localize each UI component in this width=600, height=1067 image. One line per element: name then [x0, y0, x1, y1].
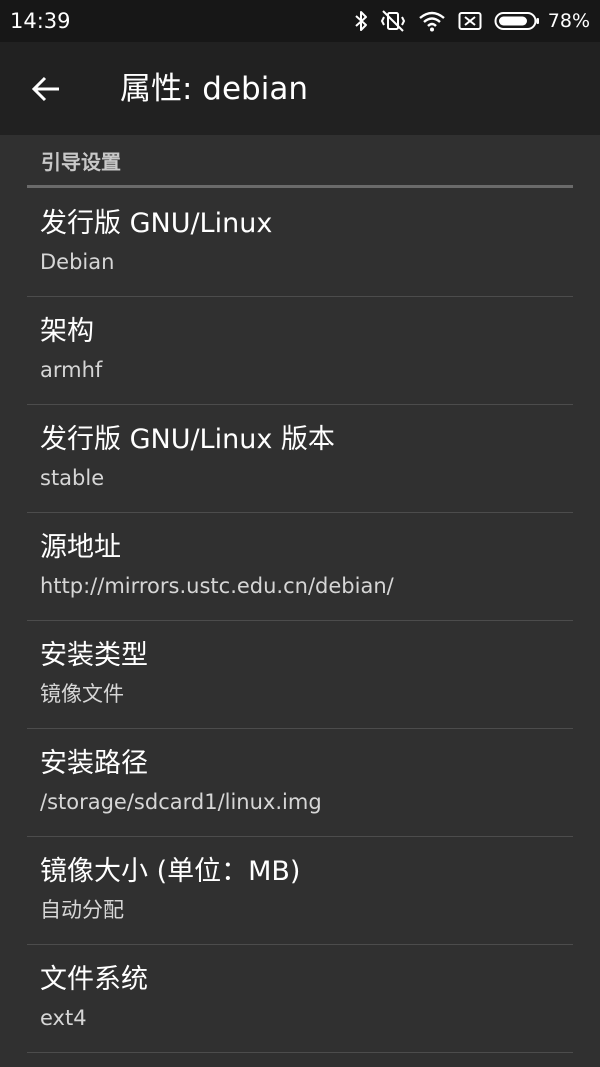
pref-summary: ext4	[40, 1006, 87, 1030]
status-icons: 78%	[342, 6, 590, 36]
pref-architecture[interactable]: 架构 armhf	[0, 297, 600, 405]
pref-distribution[interactable]: 发行版 GNU/Linux Debian	[0, 189, 600, 297]
status-bar: 14:39 78%	[0, 0, 600, 42]
battery-icon	[494, 11, 540, 31]
back-button[interactable]	[26, 69, 66, 109]
pref-title: 发行版 GNU/Linux 版本	[40, 424, 335, 455]
pref-summary: stable	[40, 466, 105, 490]
wifi-icon	[418, 10, 446, 32]
pref-summary: 镜像文件	[40, 682, 124, 706]
no-sim-icon	[458, 11, 482, 31]
pref-image-size[interactable]: 镜像大小 (单位：MB) 自动分配	[0, 837, 600, 945]
pref-source-url[interactable]: 源地址 http://mirrors.ustc.edu.cn/debian/	[0, 513, 600, 621]
page-title: 属性: debian	[120, 71, 308, 107]
pref-summary: 自动分配	[40, 898, 124, 922]
pref-title: 安装类型	[40, 640, 148, 671]
pref-install-type[interactable]: 安装类型 镜像文件	[0, 621, 600, 729]
arrow-left-icon	[31, 76, 59, 102]
pref-install-path[interactable]: 安装路径 /storage/sdcard1/linux.img	[0, 729, 600, 837]
pref-summary: http://mirrors.ustc.edu.cn/debian/	[40, 574, 394, 598]
status-time: 14:39	[10, 9, 71, 33]
battery-percent: 78%	[547, 10, 590, 32]
pref-title: 架构	[40, 316, 94, 347]
pref-title: 发行版 GNU/Linux	[40, 208, 273, 239]
pref-title: 文件系统	[40, 964, 148, 995]
pref-summary: Debian	[40, 250, 115, 274]
vibrate-muted-icon	[380, 9, 406, 33]
pref-file-system[interactable]: 文件系统 ext4	[0, 945, 600, 1053]
pref-summary: armhf	[40, 358, 103, 382]
divider	[27, 1052, 573, 1053]
pref-title: 安装路径	[40, 748, 148, 779]
pref-distribution-version[interactable]: 发行版 GNU/Linux 版本 stable	[0, 405, 600, 513]
toolbar: 属性: debian	[0, 42, 600, 135]
pref-title: 源地址	[40, 532, 121, 563]
preferences-list[interactable]: 引导设置 发行版 GNU/Linux Debian 架构 armhf 发行版 G…	[0, 135, 600, 1067]
pref-summary: /storage/sdcard1/linux.img	[40, 790, 322, 814]
category-divider	[27, 185, 573, 188]
bluetooth-icon	[354, 10, 368, 32]
category-header: 引导设置	[41, 150, 121, 174]
pref-title: 镜像大小 (单位：MB)	[40, 856, 301, 887]
